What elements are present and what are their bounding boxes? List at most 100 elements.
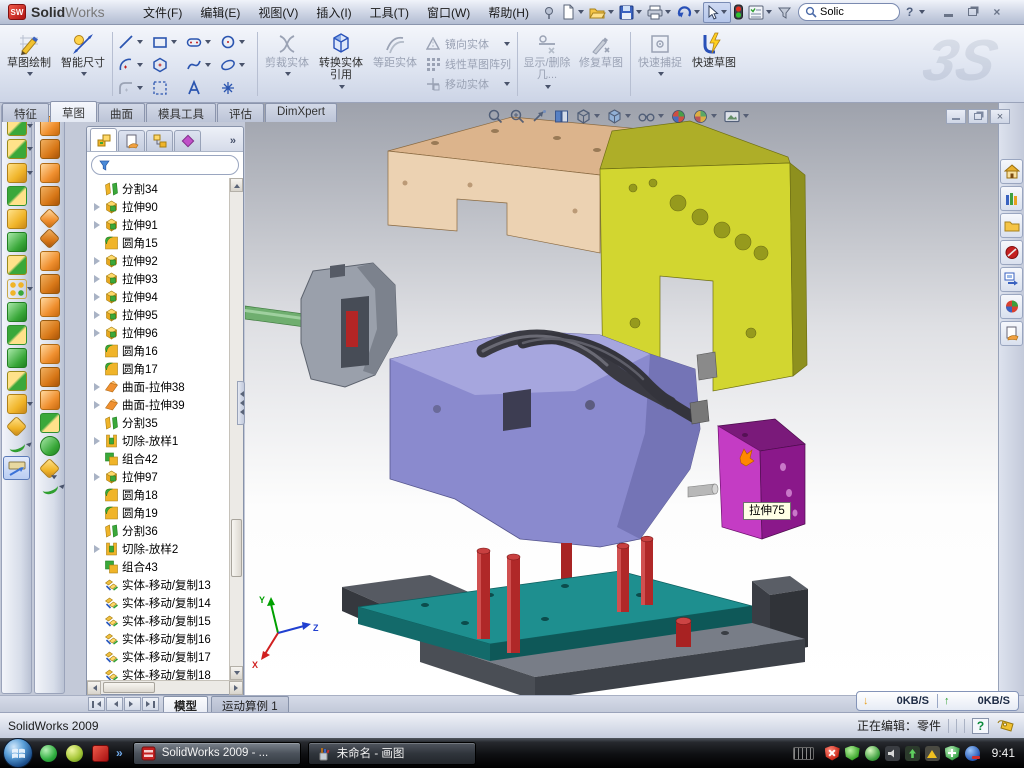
surface-tool-icon[interactable]	[40, 186, 60, 206]
network-speed-widget[interactable]: ↓0KB/S ↑0KB/S	[856, 691, 1019, 711]
menu-file[interactable]: 文件(F)	[134, 0, 191, 25]
display-delete-relations-button[interactable]: 显示/删除几...	[520, 28, 574, 100]
tree-item[interactable]: 实体-移动/复制14	[92, 594, 243, 612]
lasso-select-icon[interactable]	[151, 79, 185, 97]
menu-window[interactable]: 窗口(W)	[418, 0, 479, 25]
search-box[interactable]	[798, 3, 900, 21]
arc-tool-icon[interactable]	[117, 56, 151, 74]
custom-properties-button[interactable]	[1000, 321, 1023, 346]
minimize-button[interactable]	[938, 4, 959, 20]
propertymanager-tab[interactable]	[118, 130, 145, 151]
feature-tool-icon[interactable]	[7, 325, 27, 345]
circle-tool-icon[interactable]	[219, 33, 253, 51]
view-palette-button[interactable]	[1000, 267, 1023, 292]
convert-entities-button[interactable]: 转换实体引用	[314, 28, 368, 100]
panel-splitter[interactable]	[237, 381, 245, 425]
panel-more-chevron[interactable]: »	[230, 135, 240, 151]
tree-item[interactable]: 拉伸91	[92, 216, 243, 234]
apply-scene-icon[interactable]	[692, 108, 718, 125]
open-document-button[interactable]	[587, 2, 617, 23]
last-tab-button[interactable]	[142, 697, 159, 711]
surface-tool-icon[interactable]	[40, 480, 59, 496]
search-input[interactable]	[820, 6, 878, 18]
sketch-fillet-tool-icon[interactable]	[117, 79, 151, 97]
tree-item[interactable]: 拉伸93	[92, 270, 243, 288]
save-button[interactable]	[617, 2, 645, 23]
tree-item[interactable]: 圆角15	[92, 234, 243, 252]
feature-tool-icon[interactable]	[7, 255, 27, 275]
feature-tool-icon[interactable]	[7, 232, 27, 252]
line-tool-icon[interactable]	[117, 33, 151, 51]
tree-filter-box[interactable]	[91, 155, 239, 175]
mirror-entities-button[interactable]: 镜向实体	[426, 36, 511, 52]
tray-icon-sync[interactable]	[965, 746, 980, 761]
tag-icon[interactable]	[996, 718, 1016, 734]
tray-icon-volume[interactable]	[885, 746, 900, 761]
featuremanager-tree-tab[interactable]	[90, 128, 117, 151]
doc-close-button[interactable]: ×	[990, 109, 1010, 124]
quick-snaps-button[interactable]: 快速捕捉	[633, 28, 687, 100]
polygon-tool-icon[interactable]	[151, 56, 185, 74]
rapid-sketch-button[interactable]: 快速草图	[687, 28, 741, 100]
rebuild-traffic-light-icon[interactable]	[731, 2, 746, 23]
scroll-left-button[interactable]	[87, 681, 101, 695]
menu-edit[interactable]: 编辑(E)	[191, 0, 249, 25]
scroll-up-button[interactable]	[230, 178, 243, 192]
feature-tool-icon[interactable]	[7, 139, 27, 159]
feature-tool-icon[interactable]	[7, 163, 27, 183]
tray-icon-update[interactable]	[905, 746, 920, 761]
surface-tool-icon[interactable]	[40, 163, 60, 183]
feature-tool-icon[interactable]	[7, 438, 26, 454]
tree-item[interactable]: 分割35	[92, 414, 243, 432]
solidworks-resources-button[interactable]	[1000, 159, 1023, 184]
hide-show-items-icon[interactable]	[637, 109, 665, 124]
tree-item[interactable]: 拉伸96	[92, 324, 243, 342]
surface-tool-icon[interactable]	[40, 251, 60, 271]
messenger-quicklaunch-icon[interactable]	[40, 745, 57, 762]
tree-item[interactable]: 组合42	[92, 450, 243, 468]
undo-button[interactable]	[674, 2, 703, 23]
solidworks-quicklaunch-icon[interactable]	[92, 745, 109, 762]
display-style-icon[interactable]	[606, 108, 632, 125]
tray-icon-security-alert[interactable]	[825, 746, 840, 761]
tree-item[interactable]: 圆角18	[92, 486, 243, 504]
measure-tool-button-pressed[interactable]	[3, 456, 30, 480]
surface-tool-icon[interactable]	[40, 320, 60, 340]
feature-tool-icon[interactable]	[7, 209, 27, 229]
print-button[interactable]	[645, 2, 674, 23]
solidworks-search-button[interactable]	[1000, 240, 1023, 265]
close-button[interactable]: ×	[986, 4, 1007, 20]
start-button[interactable]	[3, 738, 33, 768]
surface-tool-icon[interactable]	[40, 139, 60, 159]
tree-item[interactable]: 切除-放样1	[92, 432, 243, 450]
tree-item[interactable]: 拉伸92	[92, 252, 243, 270]
scrollbar-thumb[interactable]	[103, 682, 155, 693]
tree-item[interactable]: 拉伸94	[92, 288, 243, 306]
selection-filter-icon[interactable]	[775, 2, 794, 23]
smart-dimension-button[interactable]: 智能尺寸	[56, 28, 110, 100]
spline-tool-icon[interactable]	[185, 56, 219, 74]
zoom-to-fit-icon[interactable]	[487, 108, 504, 125]
help-button[interactable]: ?	[900, 2, 928, 23]
feature-tool-icon[interactable]	[7, 394, 27, 414]
rectangle-tool-icon[interactable]	[151, 33, 185, 51]
slot-tool-icon[interactable]	[185, 33, 219, 51]
surface-tool-icon[interactable]	[40, 413, 60, 433]
surface-tool-icon[interactable]	[40, 297, 60, 317]
tree-item[interactable]: 组合43	[92, 558, 243, 576]
design-library-button[interactable]	[1000, 186, 1023, 211]
tree-item[interactable]: 圆角16	[92, 342, 243, 360]
tree-item[interactable]: 实体-移动/复制13	[92, 576, 243, 594]
tab-surfaces[interactable]: 曲面	[98, 103, 145, 122]
move-entities-button[interactable]: 移动实体	[426, 76, 511, 92]
motion-study-tab[interactable]: 运动算例 1	[211, 696, 289, 712]
quicklaunch-overflow-chevron[interactable]: »	[116, 746, 123, 760]
view-orientation-icon[interactable]	[575, 108, 601, 125]
scroll-right-button[interactable]	[229, 681, 243, 695]
tree-horizontal-scrollbar[interactable]	[87, 680, 243, 694]
tray-icon-warning[interactable]	[925, 746, 940, 761]
feature-tool-icon[interactable]	[6, 416, 27, 437]
scroll-down-button[interactable]	[230, 666, 243, 680]
surface-tool-icon[interactable]	[40, 436, 60, 456]
tree-item[interactable]: 圆角19	[92, 504, 243, 522]
